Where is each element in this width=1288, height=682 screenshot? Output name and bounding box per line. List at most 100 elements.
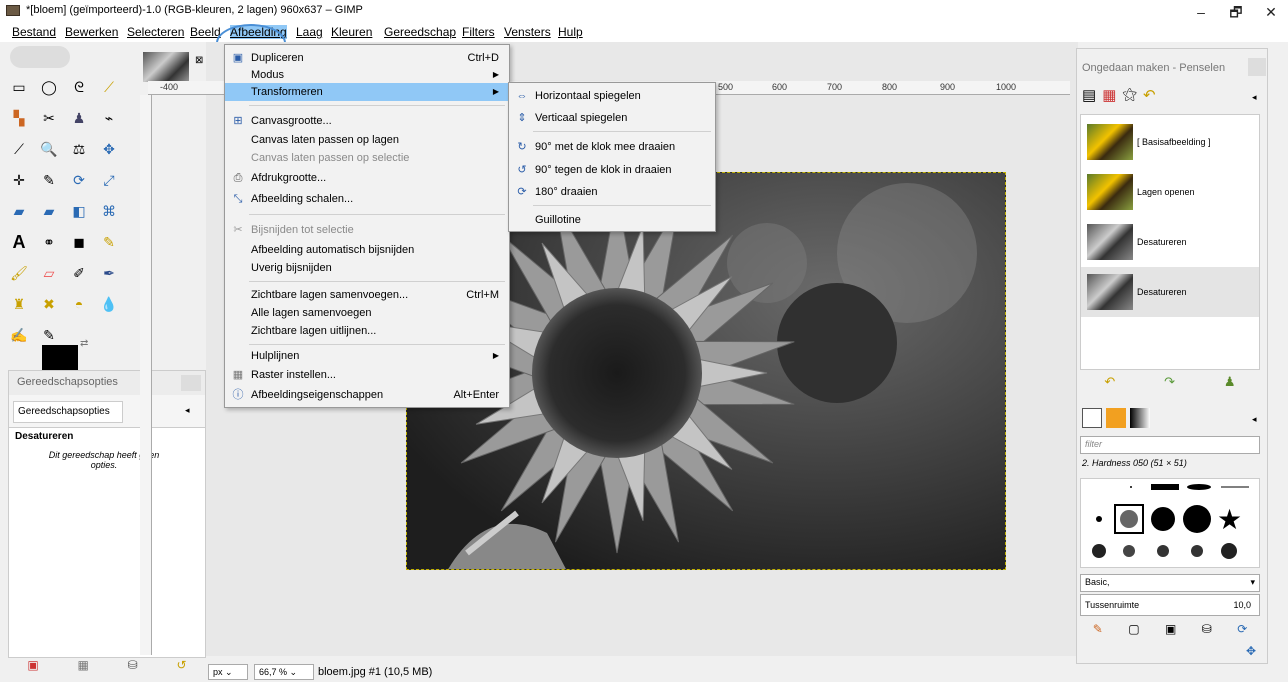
- channels-tab-icon[interactable]: ▦: [1102, 86, 1116, 110]
- panel-menu-icon[interactable]: ◂: [1252, 414, 1257, 425]
- ellipse-select-icon[interactable]: ◯: [38, 76, 60, 98]
- menu-bewerken[interactable]: Bewerken: [65, 25, 118, 39]
- eraser-icon[interactable]: ▱: [38, 262, 60, 284]
- edit-brush-icon[interactable]: ✎: [1093, 622, 1103, 642]
- rect-select-icon[interactable]: ▭: [8, 76, 30, 98]
- history-item[interactable]: Lagen openen: [1081, 167, 1259, 217]
- airbrush-icon[interactable]: ✐: [68, 262, 90, 284]
- menu-item-canvas-fit-layers[interactable]: Canvas laten passen op lagen: [225, 131, 509, 149]
- move-icon[interactable]: ✥: [98, 138, 120, 160]
- redo-icon[interactable]: ↷: [1164, 374, 1175, 394]
- scissors-icon[interactable]: ✂: [38, 107, 60, 129]
- menu-selecteren[interactable]: Selecteren: [127, 25, 184, 39]
- menu-gereedschap[interactable]: Gereedschap: [384, 25, 456, 39]
- dodge-icon[interactable]: 💧: [98, 293, 120, 315]
- flip-icon[interactable]: ◧: [68, 200, 90, 222]
- undo-icon[interactable]: ↶: [1104, 374, 1115, 394]
- menu-vensters[interactable]: Vensters: [504, 25, 551, 39]
- minimize-button[interactable]: –: [1186, 2, 1216, 22]
- menu-item-canvasgrootte[interactable]: ⊞ Canvasgrootte...: [225, 112, 509, 130]
- pencil-icon[interactable]: ✎: [98, 231, 120, 253]
- foreground-select-icon[interactable]: ♟: [68, 107, 90, 129]
- menu-item-guillotine[interactable]: Guillotine: [509, 211, 715, 229]
- panel-close-icon[interactable]: [181, 375, 201, 391]
- paintbrush-icon[interactable]: 🖌: [8, 262, 30, 284]
- menu-item-flip-horizontal[interactable]: ⇔ Horizontaal spiegelen: [509, 87, 715, 105]
- menu-item-modus[interactable]: Modus ▶: [225, 66, 509, 84]
- shear-icon[interactable]: ▰: [8, 200, 30, 222]
- crop-icon[interactable]: ✎: [38, 169, 60, 191]
- menu-item-transformeren[interactable]: Transformeren ▶: [225, 83, 509, 101]
- zoom-select[interactable]: 66,7 % ⌄: [254, 664, 314, 680]
- brushes-tab-icon[interactable]: [1082, 408, 1102, 428]
- perspective-icon[interactable]: ▰: [38, 200, 60, 222]
- brush-grid[interactable]: ★: [1080, 478, 1260, 568]
- menu-item-flatten[interactable]: Alle lagen samenvoegen: [225, 304, 509, 322]
- menu-item-rotate-cw[interactable]: ↻ 90° met de klok mee draaien: [509, 138, 715, 156]
- panel-close-icon[interactable]: [1248, 58, 1266, 76]
- navigate-icon[interactable]: ✥: [1246, 644, 1256, 658]
- menu-kleuren[interactable]: Kleuren: [331, 25, 372, 39]
- menu-filters[interactable]: Filters: [462, 25, 495, 39]
- menu-item-flip-vertical[interactable]: ⇕ Verticaal spiegelen: [509, 109, 715, 127]
- menu-hulp[interactable]: Hulp: [558, 25, 583, 39]
- patterns-tab-icon[interactable]: [1106, 408, 1126, 428]
- delete-brush-icon[interactable]: ⛁: [1202, 622, 1212, 642]
- panel-menu-icon[interactable]: ◂: [185, 405, 190, 416]
- brush-filter-input[interactable]: filter: [1080, 436, 1260, 454]
- color-select-icon[interactable]: ▚: [8, 107, 30, 129]
- spacing-slider[interactable]: Tussenruimte 10,0: [1080, 594, 1260, 616]
- scale-icon[interactable]: ⤢: [98, 169, 120, 191]
- ink-icon[interactable]: ✒: [98, 262, 120, 284]
- tab-tool-options[interactable]: Gereedschapsopties: [13, 401, 123, 423]
- restore-options-icon[interactable]: ▦: [78, 658, 89, 672]
- menu-item-afdrukgrootte[interactable]: ⎙ Afdrukgrootte...: [225, 169, 509, 187]
- color-picker-icon[interactable]: ⟋: [8, 138, 30, 160]
- menu-beeld[interactable]: Beeld: [190, 25, 221, 39]
- zoom-icon[interactable]: 🔍: [38, 138, 60, 160]
- image-tab-thumbnail[interactable]: [143, 52, 189, 82]
- heal-icon[interactable]: ⚭: [38, 231, 60, 253]
- menu-item-dupliceren[interactable]: ▣ Dupliceren Ctrl+D: [225, 49, 509, 67]
- menu-laag[interactable]: Laag: [296, 25, 323, 39]
- duplicate-brush-icon[interactable]: ▣: [1165, 622, 1176, 642]
- smudge-icon[interactable]: ✍: [8, 324, 30, 346]
- clear-history-icon[interactable]: ♟: [1224, 374, 1236, 394]
- menu-item-auto-crop[interactable]: Afbeelding automatisch bijsnijden: [225, 241, 509, 259]
- measure-icon[interactable]: ⚖: [68, 138, 90, 160]
- history-item[interactable]: [ Basisafbeelding ]: [1081, 117, 1259, 167]
- clone-icon[interactable]: ♜: [8, 293, 30, 315]
- close-image-tab-icon[interactable]: ⊠: [195, 55, 203, 66]
- wand-icon[interactable]: ⟋: [98, 76, 120, 98]
- burn-icon[interactable]: ✎: [38, 324, 60, 346]
- paths-tab-icon[interactable]: ⚝: [1122, 86, 1137, 110]
- undo-tab-icon[interactable]: ↶: [1143, 86, 1156, 110]
- save-options-icon[interactable]: ▣: [27, 658, 38, 672]
- menu-item-zealous-crop[interactable]: Uverig bijsnijden: [225, 259, 509, 277]
- reset-options-icon[interactable]: ↺: [177, 658, 187, 672]
- menu-item-afbeelding-schalen[interactable]: ⤡ Afbeelding schalen...: [225, 190, 509, 208]
- panel-menu-icon[interactable]: ◂: [1252, 92, 1257, 103]
- menu-item-hulplijnen[interactable]: Hulplijnen ▶: [225, 347, 509, 365]
- gradients-tab-icon[interactable]: [1130, 408, 1150, 428]
- unit-select[interactable]: px ⌄: [208, 664, 248, 680]
- rotate-icon[interactable]: ⟳: [68, 169, 90, 191]
- lasso-icon[interactable]: ᘓ: [68, 76, 90, 98]
- close-button[interactable]: ✕: [1256, 2, 1286, 22]
- menu-item-align-layers[interactable]: Zichtbare lagen uitlijnen...: [225, 322, 509, 340]
- swap-colors-icon[interactable]: ⇄: [80, 338, 88, 349]
- menu-item-rotate-ccw[interactable]: ↺ 90° tegen de klok in draaien: [509, 161, 715, 179]
- brush-preset-select[interactable]: Basic, ▾: [1080, 574, 1260, 592]
- perspective-clone-icon[interactable]: ✖: [38, 293, 60, 315]
- refresh-brushes-icon[interactable]: ⟳: [1237, 622, 1247, 642]
- menu-bestand[interactable]: Bestand: [12, 25, 56, 39]
- new-brush-icon[interactable]: ▢: [1128, 622, 1139, 642]
- maximize-button[interactable]: 🗗: [1221, 2, 1251, 22]
- align-icon[interactable]: ✛: [8, 169, 30, 191]
- delete-options-icon[interactable]: ⛁: [128, 658, 138, 672]
- menu-item-merge-visible[interactable]: Zichtbare lagen samenvoegen... Ctrl+M: [225, 286, 509, 304]
- bucket-fill-icon[interactable]: ◼: [68, 231, 90, 253]
- paths-icon[interactable]: ⌁: [98, 107, 120, 129]
- foreground-color-swatch[interactable]: [42, 345, 78, 371]
- cage-icon[interactable]: ⌘: [98, 200, 120, 222]
